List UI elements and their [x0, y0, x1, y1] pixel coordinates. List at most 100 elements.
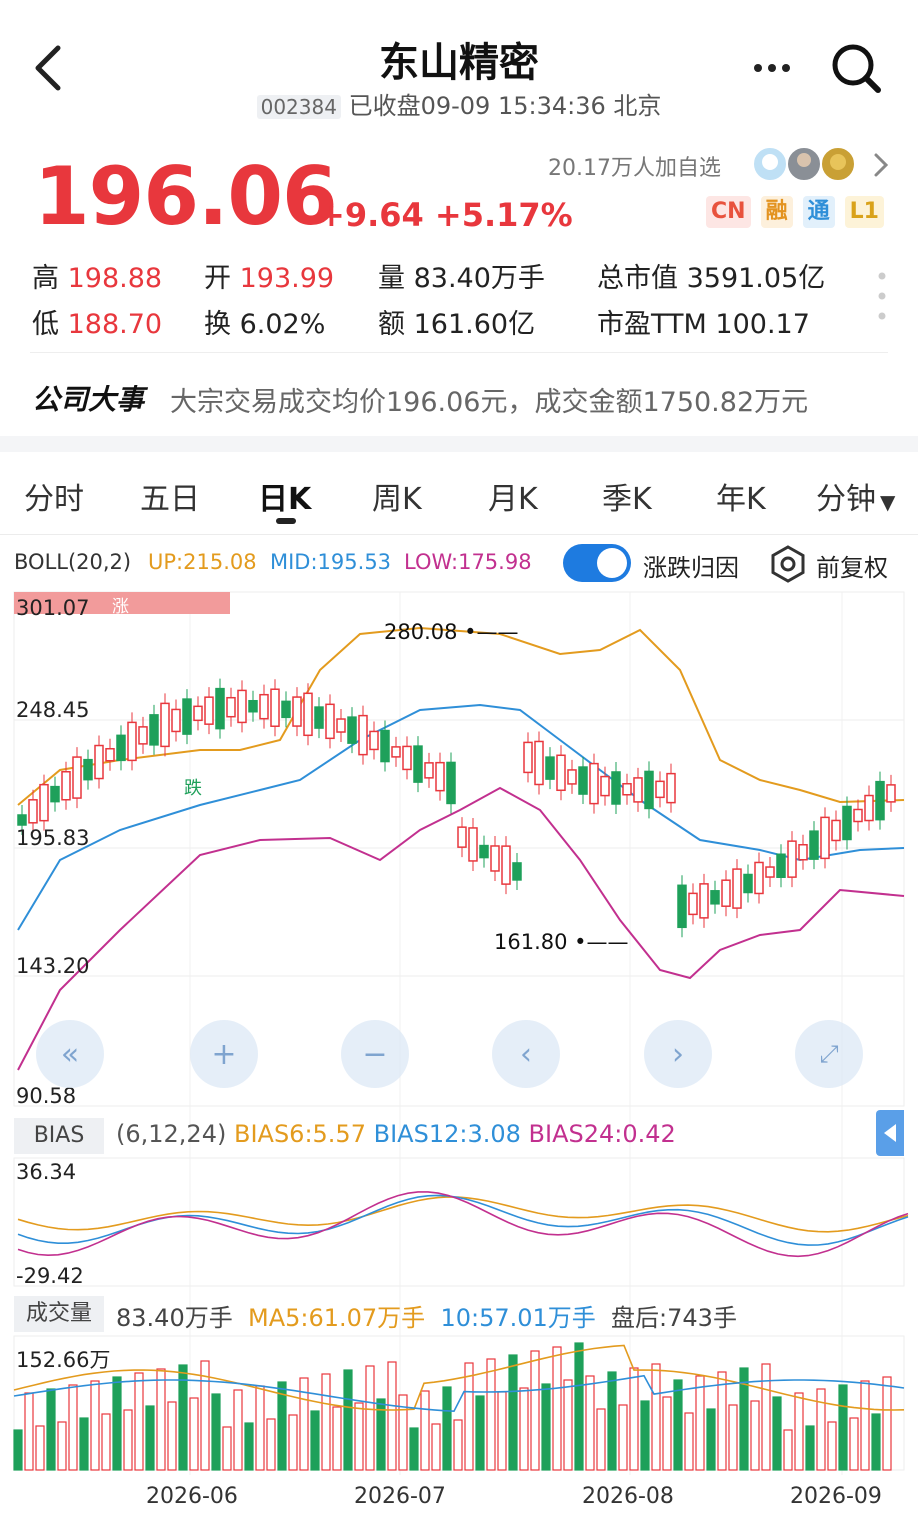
boll-mid: MID:195.53 [270, 550, 392, 574]
candle-body [864, 794, 874, 822]
stat-turnover: 换 6.02% [204, 309, 326, 340]
candle-body [259, 693, 269, 720]
scroll-right-button[interactable]: › [644, 1020, 712, 1088]
volume-bar [684, 1412, 694, 1471]
candle-body [490, 845, 500, 872]
volume-bar [211, 1393, 221, 1471]
candle-body [644, 770, 654, 810]
candle-body [237, 689, 247, 724]
candle-body [556, 754, 566, 792]
rewind-button[interactable]: « [36, 1020, 104, 1088]
volume-bar [310, 1410, 320, 1471]
candle-body [105, 747, 115, 762]
kline-chart-svg[interactable] [0, 590, 918, 1520]
volume-bar [321, 1373, 331, 1471]
y-label-top: 301.07 [16, 596, 90, 620]
candle-body [699, 883, 709, 919]
tab-yearly-k[interactable]: 年K [716, 474, 766, 518]
volume-bar [574, 1342, 584, 1471]
candle-body [380, 729, 390, 763]
company-event-label[interactable]: 公司大事 [32, 378, 144, 418]
double-chevron-left-icon: « [60, 1036, 80, 1072]
candle-body [721, 879, 731, 907]
candle-body [798, 844, 808, 861]
candle-body [215, 687, 225, 730]
settings-icon[interactable] [768, 544, 808, 584]
candle-body [391, 746, 401, 758]
candle-body [853, 808, 863, 823]
candle-body [732, 868, 742, 909]
volume-bar [552, 1346, 562, 1471]
chevron-right-icon[interactable] [870, 150, 892, 180]
volume-bar [772, 1396, 782, 1471]
candle-body [39, 783, 49, 822]
candle-body [248, 699, 258, 713]
attribution-toggle[interactable] [563, 544, 631, 582]
badge-connect: 通 [802, 196, 835, 228]
tab-monthly-k[interactable]: 月K [488, 474, 538, 518]
x-label-jul: 2026-07 [354, 1484, 446, 1509]
divider [0, 534, 918, 535]
follower-count[interactable]: 20.17万人加自选 [548, 150, 721, 182]
candle-body [688, 892, 698, 916]
stock-code: 002384 [256, 95, 341, 119]
stat-market-cap: 总市值 3591.05亿 [597, 263, 826, 294]
volume-bar [387, 1361, 397, 1471]
volume-bar [871, 1413, 881, 1471]
tab-daily-k[interactable]: 日K [258, 474, 311, 518]
candle-body [600, 775, 610, 797]
badge-margin: 融 [760, 196, 793, 228]
candle-body [567, 769, 577, 785]
tab-weekly-k[interactable]: 周K [372, 474, 422, 518]
volume-bar [607, 1371, 617, 1471]
section-gap [0, 436, 918, 452]
candle-body [809, 830, 819, 860]
bias-legend: (6,12,24) BIAS6:5.57 BIAS12:3.08 BIAS24:… [116, 1120, 676, 1148]
x-label-jun: 2026-06 [146, 1484, 238, 1509]
zoom-in-button[interactable]: + [190, 1020, 258, 1088]
bias-indicator-tag[interactable]: BIAS [14, 1118, 104, 1154]
down-tag: 跌 [184, 778, 202, 799]
boll-low: LOW:175.98 [404, 550, 532, 574]
bias-y-bottom: -29.42 [16, 1264, 84, 1288]
low-price-marker: 161.80 •—— [494, 930, 629, 954]
volume-bar [541, 1383, 551, 1471]
tab-minute[interactable]: 分钟 ▼ [816, 474, 895, 518]
volume-bar [519, 1387, 529, 1471]
expand-stats-icon[interactable] [876, 270, 888, 322]
boll-name[interactable]: BOLL(20,2) [14, 550, 131, 574]
side-panel-toggle[interactable] [876, 1110, 904, 1156]
follower-avatars[interactable] [752, 144, 862, 184]
candle-body [336, 718, 346, 733]
fullscreen-button[interactable]: ⤢ [795, 1020, 863, 1088]
volume-bar [156, 1368, 166, 1471]
badge-cn: CN [706, 196, 751, 228]
candle-body [501, 845, 511, 885]
candle-body [358, 714, 368, 756]
company-event-text[interactable]: 大宗交易成交均价196.06元，成交金额1750.82万元 [170, 380, 808, 419]
volume-bar [244, 1422, 254, 1471]
adjust-mode-label[interactable]: 前复权 [816, 548, 888, 583]
volume-indicator-tag[interactable]: 成交量 [14, 1296, 104, 1332]
scroll-left-button[interactable]: ‹ [492, 1020, 560, 1088]
candle-body [622, 783, 632, 796]
y-label-3: 195.83 [16, 826, 90, 850]
more-icon[interactable] [748, 48, 796, 88]
zoom-out-button[interactable]: − [341, 1020, 409, 1088]
candle-body [171, 708, 181, 733]
volume-bar [464, 1362, 474, 1471]
search-icon[interactable] [828, 40, 884, 96]
volume-bar [717, 1371, 727, 1471]
volume-bar [46, 1388, 56, 1471]
volume-bar [695, 1375, 705, 1471]
stock-status-line: 002384 已收盘09-09 15:34:36 北京 [0, 86, 918, 121]
plus-icon: + [211, 1036, 237, 1072]
candle-body [270, 688, 280, 727]
volume-bar [750, 1400, 760, 1471]
tab-five-day[interactable]: 五日 [140, 474, 200, 518]
volume-bar [805, 1425, 815, 1471]
tab-intraday[interactable]: 分时 [24, 474, 84, 518]
tab-quarterly-k[interactable]: 季K [602, 474, 652, 518]
x-label-aug: 2026-08 [582, 1484, 674, 1509]
volume-bar [266, 1418, 276, 1471]
